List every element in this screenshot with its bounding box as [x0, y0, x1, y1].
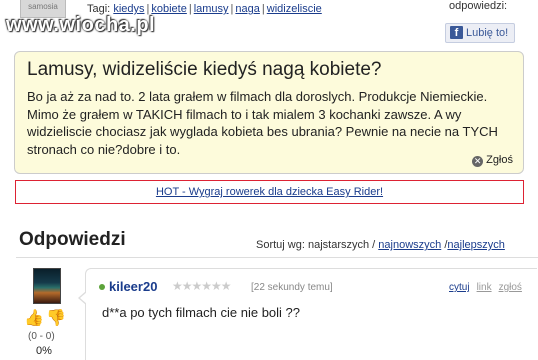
- thumbs-up-icon[interactable]: 👍: [24, 311, 44, 327]
- permalink-link[interactable]: link: [477, 282, 492, 293]
- thumbs-down-icon[interactable]: 👎: [46, 311, 66, 327]
- answer-author-avatar[interactable]: [33, 268, 61, 304]
- like-label: Lubię to!: [466, 27, 509, 39]
- answer-pointer-fill: [80, 292, 87, 304]
- rating-stars-icon: ★★★★★★: [172, 279, 232, 293]
- tag-link-kiedys[interactable]: kiedys: [113, 3, 144, 15]
- sort-label: Sortuj wg: najstarszych /: [256, 239, 376, 251]
- answer-actions: cytuj link zgłoś: [449, 282, 529, 293]
- sort-newest-link[interactable]: najnowszych: [378, 239, 441, 251]
- tag-link-lamusy[interactable]: lamusy: [194, 3, 229, 15]
- report-question-link[interactable]: ✕ Zgłoś: [472, 154, 513, 167]
- facebook-like-button[interactable]: f Lubię to!: [445, 23, 515, 43]
- site-watermark: www.wiocha.pl: [6, 14, 156, 36]
- tags-label: Tagi:: [87, 3, 111, 15]
- divider: [16, 257, 538, 258]
- answer-username[interactable]: kileer20: [109, 279, 157, 294]
- question-box: Lamusy, widizeliście kiedyś nagą kobiete…: [14, 51, 524, 174]
- tag-link-widizeliscie[interactable]: widizeliscie: [267, 3, 322, 15]
- vote-count: (0 - 0): [28, 331, 55, 342]
- tags-bar: Tagi: kiedys | kobiete | lamusy | naga | widizel…: [87, 3, 322, 15]
- report-answer-link[interactable]: zgłoś: [499, 282, 522, 293]
- sort-best-link[interactable]: najlepszych: [447, 239, 504, 251]
- answers-title: Odpowiedzi: [19, 229, 126, 250]
- promo-banner: HOT - Wygraj rowerek dla dziecka Easy Ri…: [15, 180, 524, 204]
- facebook-icon: f: [450, 26, 463, 39]
- tag-link-naga[interactable]: naga: [235, 3, 259, 15]
- tag-link-kobiete[interactable]: kobiete: [151, 3, 186, 15]
- question-title: Lamusy, widizeliście kiedyś nagą kobiete…: [27, 59, 382, 80]
- answer-timestamp: [22 sekundy temu]: [251, 282, 333, 293]
- promo-link[interactable]: HOT - Wygraj rowerek dla dziecka Easy Ri…: [156, 186, 383, 198]
- question-body: Bo ja aż za nad to. 2 lata grałem w film…: [27, 89, 498, 157]
- online-status-icon: [99, 284, 105, 290]
- vote-percent: 0%: [36, 345, 52, 357]
- sort-bar: Sortuj wg: najstarszych / najnowszych /n…: [256, 239, 505, 251]
- answers-count-label: odpowiedzi:: [449, 0, 508, 12]
- quote-link[interactable]: cytuj: [449, 282, 470, 293]
- answer-text: d**a po tych filmach cie nie boli ??: [102, 305, 301, 320]
- close-circle-icon: ✕: [472, 156, 484, 167]
- report-label: Zgłoś: [486, 154, 513, 166]
